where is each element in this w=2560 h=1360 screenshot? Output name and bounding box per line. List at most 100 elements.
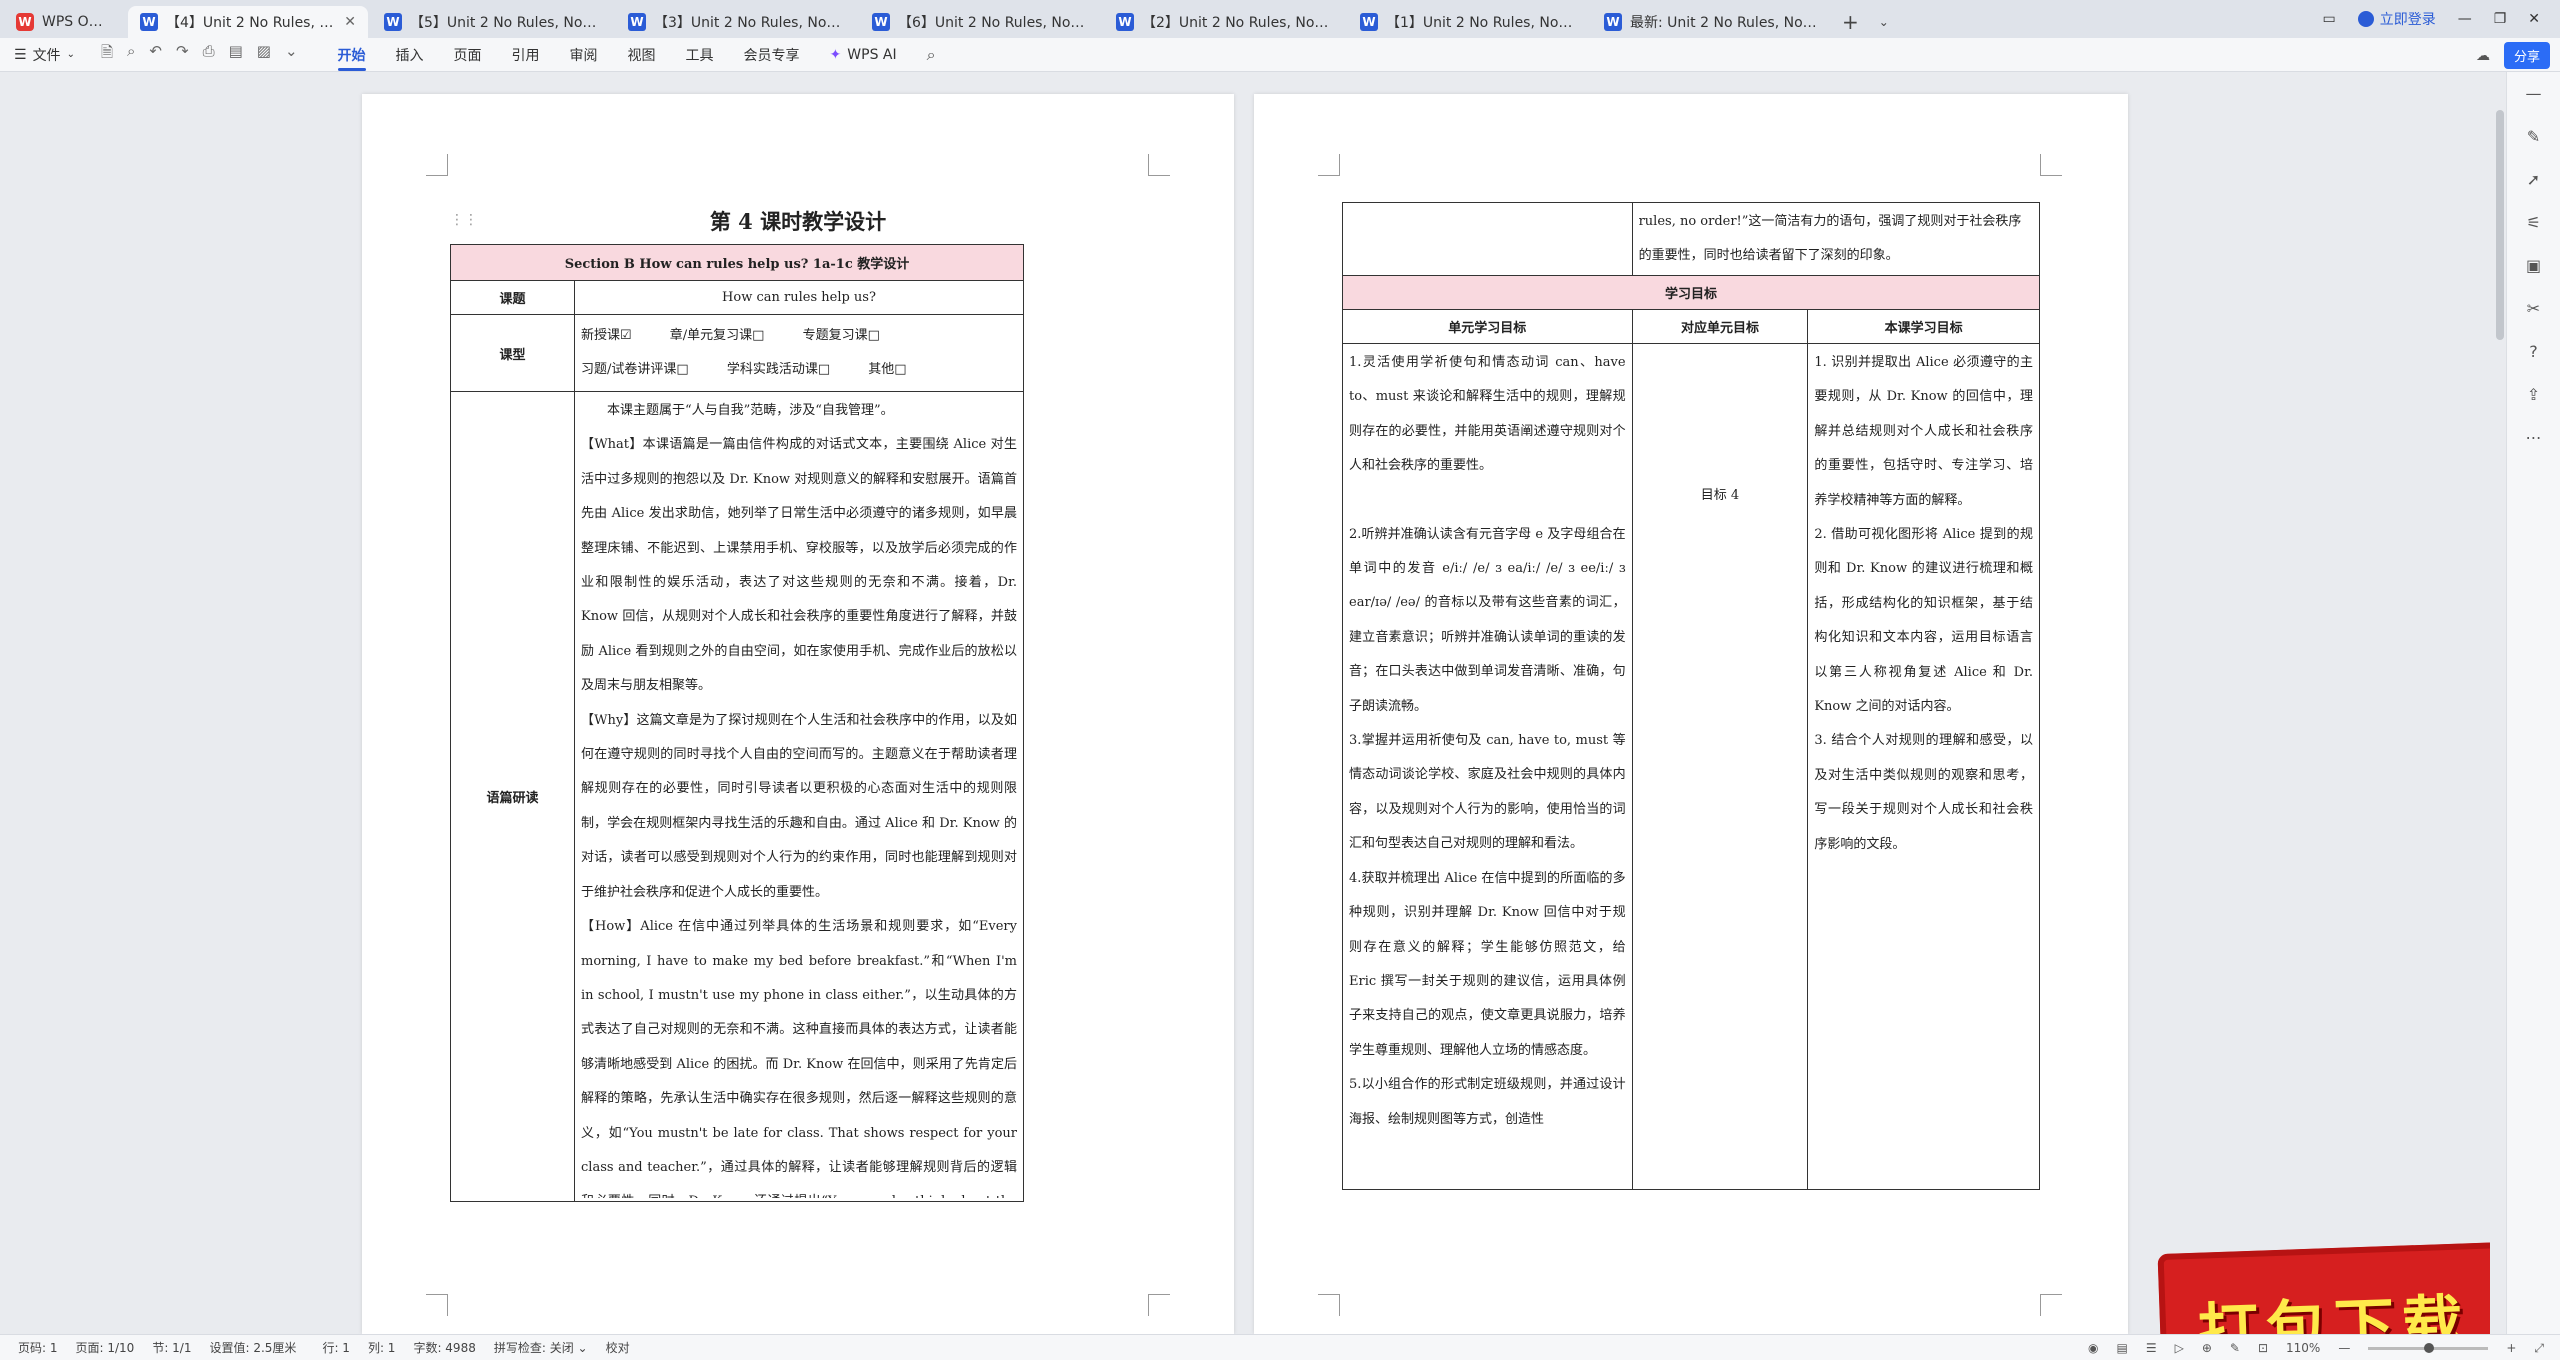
quick-access-toolbar: 🗎 ⌕ ↶ ↷ ⎙ ▤ ▨ ⌄ bbox=[101, 42, 298, 67]
margin-corner bbox=[1318, 1294, 1340, 1316]
document-canvas[interactable]: ⋮⋮ 第 4 课时教学设计 Section B How can rules he… bbox=[0, 72, 2490, 1334]
zoom-in-icon[interactable]: + bbox=[2506, 1341, 2516, 1355]
share-button[interactable]: 分享 bbox=[2503, 42, 2550, 69]
col-header-unit-goals: 单元学习目标 bbox=[1342, 309, 1633, 344]
play-icon[interactable]: ▷ bbox=[2175, 1341, 2184, 1355]
close-tab-icon[interactable]: ✕ bbox=[344, 14, 356, 30]
document-tab[interactable]: W 最新: Unit 2 No Rules, No Order bbox=[1592, 6, 1832, 38]
zoom-level[interactable]: 110% bbox=[2286, 1341, 2320, 1355]
lesson-type-options: 新授课☑ 章/单元复习课□ 专题复习课□ 习题/试卷讲评课□ 学科实践活动课□ … bbox=[574, 314, 1024, 392]
download-package-badge[interactable]: 打包下载 bbox=[2157, 1241, 2490, 1334]
ribbon-tab[interactable]: 视图 bbox=[628, 39, 656, 71]
save-icon[interactable]: 🗎 bbox=[101, 42, 113, 67]
login-button[interactable]: 立即登录 bbox=[2357, 9, 2436, 29]
status-page-number[interactable]: 页码: 1 bbox=[18, 1339, 58, 1356]
redo-icon[interactable]: ↷ bbox=[176, 42, 189, 67]
cloud-sync-icon[interactable]: ☁ bbox=[2476, 48, 2490, 64]
word-doc-icon: W bbox=[140, 13, 158, 31]
help-icon[interactable]: ? bbox=[2529, 342, 2538, 361]
collapse-icon[interactable]: — bbox=[2526, 84, 2542, 103]
analysis-content: 本课主题属于“人与自我”范畴，涉及“自我管理”。 【What】本课语篇是一篇由信… bbox=[574, 391, 1024, 1202]
select-cursor-icon[interactable]: ➚ bbox=[2527, 170, 2540, 189]
avatar-icon bbox=[2357, 11, 2374, 27]
layout-icon[interactable]: ▭ bbox=[2322, 11, 2335, 27]
more-icon[interactable]: ⋯ bbox=[2526, 428, 2542, 447]
window-controls: ▭ 立即登录 — ❐ ✕ bbox=[2322, 0, 2560, 38]
document-tab[interactable]: W 【4】Unit 2 No Rules, No O ✕ bbox=[128, 6, 368, 38]
margin-corner bbox=[426, 1294, 448, 1316]
tab-wps-home[interactable]: W WPS Office bbox=[4, 6, 124, 38]
format-painter-icon[interactable]: ⌕ bbox=[127, 42, 135, 67]
ai-icon: ✦ bbox=[829, 46, 842, 63]
image-icon[interactable]: ▨ bbox=[257, 42, 271, 67]
eye-protection-icon[interactable]: ◉ bbox=[2088, 1341, 2098, 1355]
col-header-lesson-goals: 本课学习目标 bbox=[1807, 309, 2040, 344]
margin-corner bbox=[426, 154, 448, 176]
zoom-slider[interactable] bbox=[2368, 1342, 2489, 1353]
more-chevron-icon[interactable]: ⌄ bbox=[285, 42, 298, 67]
unit-goal: 1.灵活使用学祈使句和情态动词 can、have to、must 来谈论和解释生… bbox=[1349, 355, 1626, 474]
search-icon[interactable]: ⌕ bbox=[927, 45, 936, 65]
ribbon-tab[interactable]: 插入 bbox=[396, 39, 424, 71]
status-proofread[interactable]: 校对 bbox=[606, 1339, 630, 1356]
word-doc-icon: W bbox=[1604, 13, 1622, 31]
fit-page-icon[interactable]: ⊡ bbox=[2258, 1341, 2268, 1355]
document-tab[interactable]: W 【5】Unit 2 No Rules, No Order bbox=[372, 6, 612, 38]
vertical-scrollbar[interactable] bbox=[2496, 110, 2504, 340]
image-panel-icon[interactable]: ▣ bbox=[2526, 256, 2541, 275]
print-icon[interactable]: ⎙ bbox=[203, 42, 215, 67]
close-window-icon[interactable]: ✕ bbox=[2528, 11, 2540, 27]
settings-sliders-icon[interactable]: ⚟ bbox=[2526, 213, 2540, 232]
ribbon-tab[interactable]: 引用 bbox=[512, 39, 540, 71]
edit-pen-icon[interactable]: ✎ bbox=[2527, 127, 2540, 146]
new-tab-button[interactable]: + bbox=[1832, 6, 1869, 38]
fullscreen-icon[interactable]: ⤢ bbox=[2534, 1341, 2544, 1356]
file-menu[interactable]: ☰ 文件 ⌄ bbox=[14, 45, 75, 65]
status-word-count[interactable]: 字数: 4988 bbox=[413, 1339, 475, 1356]
ribbon-tabs: 开始 插入 页面 引用 审阅 视图 工具 会员专享 bbox=[337, 39, 800, 71]
export-pdf-icon[interactable]: ▤ bbox=[229, 42, 243, 67]
type-label: 课型 bbox=[450, 314, 575, 392]
page-view-icon[interactable]: ▤ bbox=[2116, 1341, 2127, 1355]
margin-corner bbox=[2040, 1294, 2062, 1316]
word-doc-icon: W bbox=[1360, 13, 1378, 31]
tab-label: 最新: Unit 2 No Rules, No Order bbox=[1630, 15, 1820, 31]
unit-goals-cell: 1.灵活使用学祈使句和情态动词 can、have to、must 来谈论和解释生… bbox=[1342, 343, 1633, 1190]
document-page-1[interactable]: ⋮⋮ 第 4 课时教学设计 Section B How can rules he… bbox=[362, 94, 1234, 1334]
document-page-2[interactable]: rules, no order!”这一简洁有力的语句，强调了规则对于社会秩序的重… bbox=[1254, 94, 2128, 1334]
unit-goal: 2.听辨并准确认读含有元音字母 e 及字母组合在单词中的发音 e/iː/ /e/… bbox=[1349, 526, 1626, 714]
tab-label: 【4】Unit 2 No Rules, No O bbox=[166, 15, 337, 31]
zoom-slider-knob[interactable] bbox=[2424, 1342, 2435, 1353]
zoom-out-icon[interactable]: — bbox=[2338, 1341, 2350, 1355]
pen-mode-icon[interactable]: ✎ bbox=[2230, 1341, 2240, 1355]
document-tab[interactable]: W 【3】Unit 2 No Rules, No Order bbox=[616, 6, 856, 38]
share-panel-icon[interactable]: ⇪ bbox=[2527, 385, 2540, 404]
outline-view-icon[interactable]: ☰ bbox=[2146, 1341, 2157, 1355]
ribbon-tab[interactable]: 工具 bbox=[686, 39, 714, 71]
unit-goal: 5.以小组合作的形式制定班级规则，并通过设计海报、绘制规则图等方式，创造性 bbox=[1349, 1077, 1626, 1127]
ribbon-tab[interactable]: 会员专享 bbox=[744, 39, 800, 71]
type-option: 章/单元复习课□ bbox=[669, 328, 765, 343]
web-view-icon[interactable]: ⊕ bbox=[2202, 1341, 2212, 1355]
restore-icon[interactable]: ❐ bbox=[2494, 11, 2507, 27]
margin-corner bbox=[1148, 154, 1170, 176]
tools-icon[interactable]: ✂ bbox=[2527, 299, 2540, 318]
corresponding-goal-cell: 目标 4 bbox=[1631, 343, 1809, 1190]
type-option: 学科实践活动课□ bbox=[726, 362, 831, 377]
ribbon-tab[interactable]: 审阅 bbox=[570, 39, 598, 71]
document-tab[interactable]: W 【6】Unit 2 No Rules, No Order bbox=[860, 6, 1100, 38]
status-pages[interactable]: 页面: 1/10 bbox=[76, 1339, 135, 1356]
document-tab[interactable]: W 【2】Unit 2 No Rules, No Order bbox=[1104, 6, 1344, 38]
undo-icon[interactable]: ↶ bbox=[149, 42, 162, 67]
minimize-icon[interactable]: — bbox=[2458, 11, 2472, 27]
status-row: 行: 1 bbox=[322, 1341, 350, 1355]
document-tab[interactable]: W 【1】Unit 2 No Rules, No Order bbox=[1348, 6, 1588, 38]
view-controls: ◉ ▤ ☰ ▷ ⊕ ✎ ⊡ 110% — + ⤢ bbox=[2088, 1335, 2544, 1360]
type-line-1: 新授课☑ 章/单元复习课□ 专题复习课□ bbox=[581, 319, 1017, 353]
margin-corner bbox=[1148, 1294, 1170, 1316]
ribbon-tab[interactable]: 页面 bbox=[454, 39, 482, 71]
ribbon-tab[interactable]: 开始 bbox=[337, 39, 366, 71]
tab-list-dropdown-icon[interactable]: ⌄ bbox=[1869, 6, 1899, 38]
status-spell-check[interactable]: 拼写检查: 关闭 ⌄ bbox=[494, 1339, 588, 1356]
wps-ai-button[interactable]: ✦ WPS AI bbox=[830, 47, 897, 63]
